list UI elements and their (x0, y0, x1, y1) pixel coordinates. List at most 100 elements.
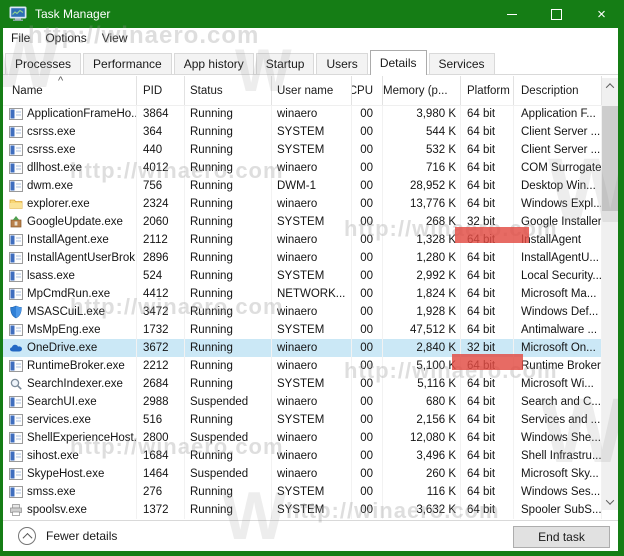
tab-users[interactable]: Users (316, 53, 368, 74)
cell-cpu: 00 (352, 321, 383, 339)
cell-status: Running (185, 411, 272, 429)
cell-name: ApplicationFrameHo... (3, 105, 137, 123)
cell-pid: 2896 (137, 249, 185, 267)
cell-user: winaero (272, 249, 352, 267)
cell-memory: 268 K (383, 213, 461, 231)
window-icon (9, 269, 23, 283)
cell-memory: 116 K (383, 483, 461, 501)
cell-status: Running (185, 267, 272, 285)
cell-pid: 3672 (137, 339, 185, 357)
cell-status: Running (185, 447, 272, 465)
column-header-status[interactable]: Status (185, 76, 272, 105)
end-task-button[interactable]: End task (513, 526, 610, 548)
cell-user: SYSTEM (272, 213, 352, 231)
window-icon (9, 449, 23, 463)
column-header-platform[interactable]: Platform (461, 76, 514, 105)
process-name: MSASCuiL.exe (27, 306, 105, 318)
process-row-dwm-exe[interactable]: dwm.exe 756 Running DWM-1 00 28,952 K 64 bit De… (3, 177, 602, 195)
process-row-installagent-exe[interactable]: InstallAgent.exe 2112 Running winaero 00 1,32… (3, 231, 602, 249)
minimize-button[interactable] (489, 0, 534, 28)
menu-options[interactable]: Options (38, 29, 93, 47)
cell-user: SYSTEM (272, 411, 352, 429)
tab-services[interactable]: Services (428, 53, 495, 74)
process-row-shellexperiencehost[interactable]: ShellExperienceHost.... 2800 Suspended wina… (3, 429, 602, 447)
cell-user: winaero (272, 393, 352, 411)
cell-cpu: 00 (352, 141, 383, 159)
cell-status: Running (185, 357, 272, 375)
process-row-csrss-exe[interactable]: csrss.exe 364 Running SYSTEM 00 544 K 64 bit Cl… (3, 123, 602, 141)
cell-status: Running (185, 159, 272, 177)
scroll-up-button[interactable] (602, 78, 618, 94)
cell-memory: 3,980 K (383, 105, 461, 123)
cell-pid: 516 (137, 411, 185, 429)
cell-status: Running (185, 339, 272, 357)
process-row-applicationframeho[interactable]: ApplicationFrameHo... 3864 Running winaero 0… (3, 105, 602, 123)
cell-status: Running (185, 375, 272, 393)
cell-pid: 1684 (137, 447, 185, 465)
cell-cpu: 00 (352, 447, 383, 465)
process-row-lsass-exe[interactable]: lsass.exe 524 Running SYSTEM 00 2,992 K 64 bit… (3, 267, 602, 285)
process-row-onedrive-exe[interactable]: OneDrive.exe 3672 Running winaero 00 2,840 K3… (3, 339, 602, 357)
caption-buttons: × (489, 0, 624, 28)
process-row-spoolsv-exe[interactable]: spoolsv.exe 1372 Running SYSTEM 00 3,632 K 64 … (3, 501, 602, 519)
close-button[interactable]: × (579, 0, 624, 28)
collapse-circle (18, 527, 36, 545)
tab-startup[interactable]: Startup (255, 53, 315, 74)
cell-memory: 1,328 K (383, 231, 461, 249)
process-name: OneDrive.exe (27, 342, 98, 354)
process-row-googleupdate-exe[interactable]: GoogleUpdate.exe 2060 Running SYSTEM 00 268 K… (3, 213, 602, 231)
cell-memory: 5,100 K (383, 357, 461, 375)
window-icon (9, 251, 23, 265)
sort-ascending-icon: ^ (58, 75, 64, 87)
process-row-msascuil-exe[interactable]: MSASCuiL.exe 3472 Running winaero 00 1,928 K6… (3, 303, 602, 321)
cell-platform: 64 bit (461, 465, 514, 483)
tab-processes[interactable]: Processes (5, 53, 82, 74)
cell-user: DWM-1 (272, 177, 352, 195)
process-row-sihost-exe[interactable]: sihost.exe 1684 Running winaero 00 3,496 K 64 … (3, 447, 602, 465)
cell-cpu: 00 (352, 231, 383, 249)
process-row-runtimebroker-exe[interactable]: RuntimeBroker.exe 2212 Running winaero 00 5,1… (3, 357, 602, 375)
column-header-pid[interactable]: PID (137, 76, 185, 105)
scrollbar-thumb[interactable] (602, 106, 618, 211)
process-row-msmpeng-exe[interactable]: MsMpEng.exe 1732 Running SYSTEM 00 47,512 K 64… (3, 321, 602, 339)
column-header-description[interactable]: Description (514, 76, 602, 105)
cell-memory: 2,992 K (383, 267, 461, 285)
cell-cpu: 00 (352, 285, 383, 303)
scroll-down-button[interactable] (602, 494, 618, 510)
process-row-searchui-exe[interactable]: SearchUI.exe 2988 Suspended winaero 00 680 K6… (3, 393, 602, 411)
cell-platform: 64 bit (461, 357, 514, 375)
process-row-skypehost-exe[interactable]: SkypeHost.exe 1464 Suspended winaero 00 260 K… (3, 465, 602, 483)
column-header-label: User name (277, 84, 334, 97)
cell-status: Running (185, 105, 272, 123)
cell-user: winaero (272, 159, 352, 177)
cell-cpu: 00 (352, 105, 383, 123)
cell-pid: 2212 (137, 357, 185, 375)
fewer-details-toggle[interactable]: Fewer details (18, 527, 117, 545)
cell-platform: 64 bit (461, 447, 514, 465)
process-row-mpcmdrun-exe[interactable]: MpCmdRun.exe 4412 Running NETWORK... 00 1,824… (3, 285, 602, 303)
cell-pid: 1372 (137, 501, 185, 519)
column-header-user-name[interactable]: User name (272, 76, 352, 105)
process-row-dllhost-exe[interactable]: dllhost.exe 4012 Running winaero 00 716 K 64 b… (3, 159, 602, 177)
tab-performance[interactable]: Performance (83, 53, 172, 74)
menu-view[interactable]: View (95, 29, 135, 47)
process-row-searchindexer-exe[interactable]: SearchIndexer.exe 2684 Running SYSTEM 00 5,11… (3, 375, 602, 393)
process-row-installagentuserbrok[interactable]: InstallAgentUserBrok... 2896 Running winaer… (3, 249, 602, 267)
vertical-scrollbar[interactable] (602, 78, 618, 510)
cell-user: SYSTEM (272, 321, 352, 339)
cell-pid: 3864 (137, 105, 185, 123)
tab-details[interactable]: Details (369, 50, 427, 75)
menu-file[interactable]: File (4, 29, 37, 47)
column-header-cpu[interactable]: CPU (352, 76, 383, 105)
tab-app-history[interactable]: App history (173, 53, 254, 74)
process-row-csrss-exe[interactable]: csrss.exe 440 Running SYSTEM 00 532 K 64 bit Cl… (3, 141, 602, 159)
process-row-explorer-exe[interactable]: explorer.exe 2324 Running winaero 00 13,776 K… (3, 195, 602, 213)
column-header-memory[interactable]: Memory (p... (383, 76, 461, 105)
cell-description: Shell Infrastru... (514, 447, 602, 465)
column-header-name[interactable]: Name (3, 76, 137, 105)
process-row-smss-exe[interactable]: smss.exe 276 Running SYSTEM 00 116 K 64 bit Win… (3, 483, 602, 501)
maximize-button[interactable] (534, 0, 579, 28)
process-row-services-exe[interactable]: services.exe 516 Running SYSTEM 00 2,156 K 64 … (3, 411, 602, 429)
cell-description: Windows Def... (514, 303, 602, 321)
cell-status: Running (185, 231, 272, 249)
